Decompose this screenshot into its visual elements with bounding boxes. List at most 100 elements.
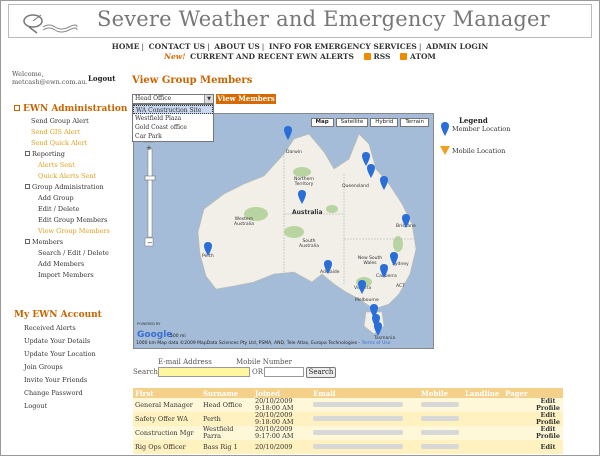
sidebar-received-alerts[interactable]: Received Alerts [24, 324, 76, 332]
group-option[interactable]: Car Park [133, 132, 213, 141]
logout-link-top[interactable]: Logout [88, 74, 115, 83]
mobile-search-input[interactable] [264, 367, 304, 377]
column-header-pager[interactable]: Pager [503, 388, 533, 398]
view-members-button[interactable]: View Members [216, 94, 276, 104]
table-row: General Manager Head Office 20/10/2009 9:… [133, 398, 563, 412]
column-header-email[interactable]: Email [311, 388, 419, 398]
sidebar-join-groups[interactable]: Join Groups [24, 363, 63, 371]
sidebar-edit-group-members[interactable]: Edit Group Members [38, 216, 107, 224]
sidebar-view-group-members[interactable]: View Group Members [38, 227, 110, 235]
atom-feed-icon[interactable] [400, 53, 408, 60]
column-header-mobile[interactable]: Mobile [419, 388, 463, 398]
user-email: metcash@ewn.com.au. [12, 78, 88, 86]
sidebar-update-location[interactable]: Update Your Location [24, 350, 96, 358]
expand-icon[interactable] [25, 151, 30, 156]
member-location-pin-icon[interactable] [324, 260, 332, 274]
column-header-surname[interactable]: Surname [201, 388, 253, 398]
reporting-label: Reporting [32, 150, 65, 158]
expand-icon[interactable] [25, 184, 30, 189]
edit-link[interactable]: Edit [535, 443, 561, 451]
nav-atom[interactable]: ATOM [409, 52, 437, 61]
sidebar-add-members[interactable]: Add Members [38, 260, 84, 268]
sidebar-members[interactable]: Members [25, 238, 63, 246]
nav-rss[interactable]: RSS [373, 52, 392, 61]
group-option[interactable]: WA Construction Site [133, 105, 213, 114]
map-label-australia: Australia [292, 209, 323, 216]
table-row: Rig Ops Officer Bass Rig 1 20/10/2009 Ed… [133, 440, 563, 454]
map-type-hybrid-button[interactable]: Hybrid [370, 118, 399, 127]
sidebar-update-details[interactable]: Update Your Details [24, 337, 90, 345]
group-select[interactable]: Head Office ▼ [132, 94, 214, 104]
table-row: Safety Offer WA Perth 20/10/2009 9:18:00 … [133, 412, 563, 426]
member-location-pin-icon[interactable] [204, 242, 212, 256]
group-option[interactable]: Gold Coast office [133, 123, 213, 132]
rss-feed-icon[interactable] [363, 53, 371, 60]
nav-current-alerts[interactable]: CURRENT AND RECENT EWN ALERTS [189, 52, 355, 61]
terms-of-use-link[interactable]: Terms of Use [362, 341, 391, 346]
redacted-mobile [421, 429, 459, 435]
sidebar-send-group-alert[interactable]: Send Group Alert [31, 117, 89, 125]
nav-admin-login[interactable]: ADMIN LOGIN [425, 42, 489, 51]
nav-about-us[interactable]: ABOUT US [213, 42, 261, 51]
sidebar-quick-alerts-sent[interactable]: Quick Alerts Sent [38, 172, 96, 180]
email-search-input[interactable] [158, 367, 250, 377]
member-location-pin-icon[interactable] [358, 280, 366, 294]
member-location-pin-icon[interactable] [374, 322, 382, 336]
expand-icon[interactable] [25, 239, 30, 244]
group-option[interactable]: Westfield Plaza [133, 114, 213, 123]
sidebar-import-members[interactable]: Import Members [38, 271, 94, 279]
nav-home[interactable]: HOME [111, 42, 141, 51]
member-location-pin-icon[interactable] [367, 164, 375, 178]
sidebar-alerts-sent[interactable]: Alerts Sent [38, 161, 75, 169]
google-logo[interactable]: Google [137, 330, 172, 340]
sidebar-change-password[interactable]: Change Password [24, 389, 83, 397]
chevron-down-icon[interactable]: ▼ [204, 95, 213, 103]
sidebar-group-administration[interactable]: Group Administration [25, 183, 104, 191]
search-button[interactable]: Search [306, 367, 336, 378]
member-location-pin-icon[interactable] [402, 214, 410, 228]
map-label-darwin: Darwin [286, 150, 302, 155]
profile-link[interactable]: Profile [535, 433, 561, 440]
satellite-dish-logo-icon [23, 14, 78, 34]
map-type-terrain-button[interactable]: Terrain [400, 118, 429, 127]
cell-mobile-redacted [419, 412, 463, 426]
column-header-first[interactable]: First [133, 388, 201, 398]
table-row: Construction Mgr Westfield Parra 20/10/2… [133, 426, 563, 440]
site-title: Severe Weather and Emergency Manager [97, 7, 550, 31]
sidebar-reporting[interactable]: Reporting [25, 150, 65, 158]
email-label: E-mail Address [158, 358, 212, 366]
map-type-map-button[interactable]: Map [310, 118, 334, 127]
cell-email-redacted [311, 412, 419, 426]
map-label-act: ACT [396, 284, 405, 289]
member-location-pin-icon[interactable] [390, 252, 398, 266]
nav-info-emergency-services[interactable]: INFO FOR EMERGENCY SERVICES [268, 42, 418, 51]
map-type-buttons: Map Satellite Hybrid Terrain [310, 118, 429, 127]
site-header: Severe Weather and Emergency Manager [8, 4, 592, 38]
column-header-landline[interactable]: Landline [463, 388, 503, 398]
member-location-pin-icon[interactable] [380, 264, 388, 278]
map-type-satellite-button[interactable]: Satellite [335, 118, 369, 127]
group-dropdown-list[interactable]: WA Construction Site Westfield Plaza Gol… [132, 104, 214, 142]
sidebar-edit-delete-group[interactable]: Edit / Delete [38, 205, 79, 213]
member-map[interactable]: − + Map Satellite Hybrid Terrain Darwin … [133, 113, 434, 349]
sidebar-invite-friends[interactable]: Invite Your Friends [24, 376, 87, 384]
cell-surname: Bass Rig 1 [201, 440, 253, 454]
joined-time: 9:17:00 AM [255, 432, 294, 440]
sidebar-send-quick-alert[interactable]: Send Quick Alert [31, 139, 87, 147]
member-location-pin-icon[interactable] [380, 176, 388, 190]
collapse-icon[interactable] [14, 105, 20, 111]
cell-email-redacted [311, 398, 419, 412]
admin-title-text: EWN Administration [23, 104, 128, 114]
sidebar-logout[interactable]: Logout [24, 402, 47, 410]
sidebar-search-edit-delete[interactable]: Search / Edit / Delete [38, 249, 109, 257]
sidebar-add-group[interactable]: Add Group [38, 194, 74, 202]
cell-pager [503, 440, 533, 454]
nav-contact-us[interactable]: CONTACT US [148, 42, 206, 51]
cell-actions: Edit Profile [533, 398, 563, 412]
member-location-pin-icon[interactable] [298, 190, 306, 204]
admin-section-title[interactable]: EWN Administration [14, 104, 127, 114]
sidebar-send-gis-alert[interactable]: Send GIS Alert [31, 128, 80, 136]
member-location-pin-icon[interactable] [284, 126, 292, 140]
powered-by-text: POWERED BY [137, 322, 161, 326]
members-label: Members [32, 238, 64, 246]
